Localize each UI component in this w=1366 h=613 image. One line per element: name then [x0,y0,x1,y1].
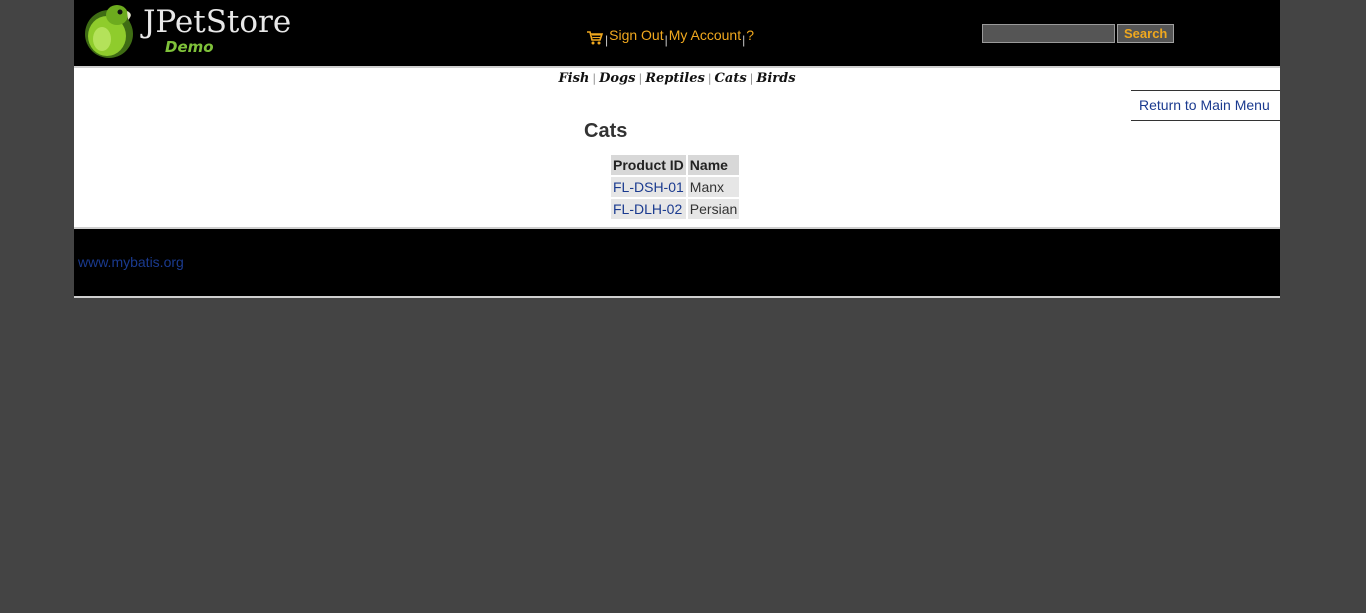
product-table: Product ID Name FL-DSH-01 Manx FL-DLH-02… [609,153,741,221]
return-to-main-menu-link[interactable]: Return to Main Menu [1139,97,1270,113]
page-title: Cats [584,120,628,142]
column-header-product-id: Product ID [611,155,686,175]
menu-separator: | [664,33,668,47]
logo-subtitle: Demo [165,38,214,56]
menu-separator: | [742,33,746,47]
table-row: FL-DSH-01 Manx [611,177,740,197]
quicklink-separator: | [592,72,597,85]
logo-title: JPetStore [140,4,291,40]
column-header-name: Name [687,155,740,175]
product-id-cell: FL-DSH-01 [611,177,686,197]
sign-out-link[interactable]: Sign Out [609,27,663,43]
product-name-cell: Persian [687,199,740,219]
logo[interactable]: JPetStore Demo [83,1,303,61]
parrot-logo-icon [85,5,133,58]
back-link-box: Return to Main Menu [1131,90,1280,121]
menu-separator: | [605,33,609,47]
quicklink-separator: | [707,72,712,85]
search-input[interactable] [982,24,1115,43]
shopping-cart-icon [586,30,604,46]
main-content: Fish | Dogs | Reptiles | Cats | Birds Return to … [74,68,1280,227]
quicklink-separator: | [638,72,643,85]
product-name-cell: Manx [687,177,740,197]
my-account-link[interactable]: My Account [669,27,741,43]
quicklink-reptiles[interactable]: Reptiles [645,71,705,86]
footer: www.mybatis.org [74,227,1280,298]
page-container: JPetStore Demo |Sign Out|My Account|? Se… [74,0,1280,298]
help-link[interactable]: ? [746,27,754,43]
category-quicklinks: Fish | Dogs | Reptiles | Cats | Birds [74,71,1280,86]
cart-link[interactable] [586,27,604,46]
header-menu: |Sign Out|My Account|? [586,24,754,47]
search-button[interactable]: Search [1117,24,1175,43]
table-row: FL-DLH-02 Persian [611,199,740,219]
product-id-link[interactable]: FL-DSH-01 [613,179,684,195]
mybatis-link[interactable]: www.mybatis.org [78,254,184,270]
quicklink-fish[interactable]: Fish [558,71,589,86]
quicklink-dogs[interactable]: Dogs [599,71,635,86]
search-form: Search [982,24,1175,44]
quicklink-separator: | [749,72,754,85]
product-id-link[interactable]: FL-DLH-02 [613,201,682,217]
product-id-cell: FL-DLH-02 [611,199,686,219]
quicklink-cats[interactable]: Cats [715,71,747,86]
table-header-row: Product ID Name [611,155,740,175]
header: JPetStore Demo |Sign Out|My Account|? Se… [74,0,1280,68]
quicklink-birds[interactable]: Birds [756,71,795,86]
